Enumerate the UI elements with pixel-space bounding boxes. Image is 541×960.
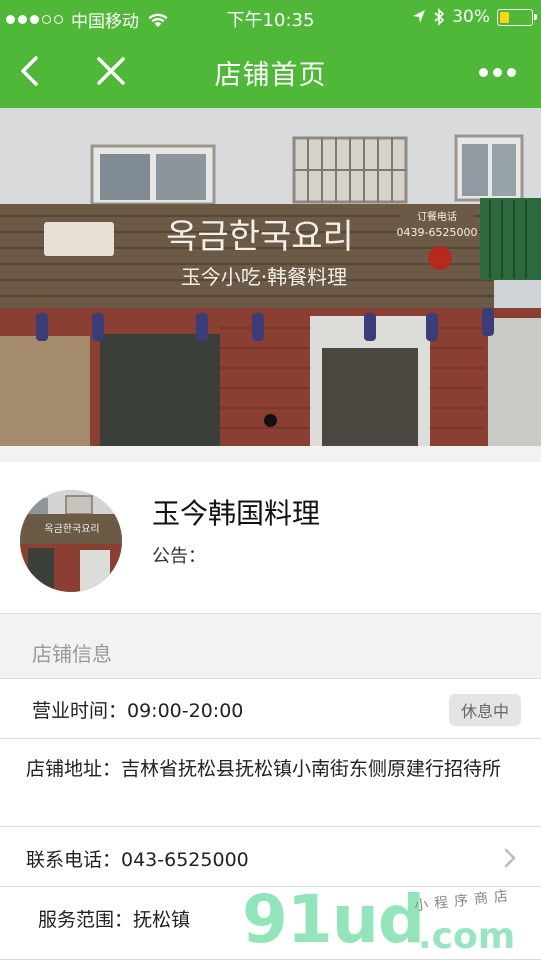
store-notice: 公告： (152, 546, 206, 567)
store-header-card: 옥금한국요리 玉今韩国料理 公告： (0, 462, 541, 614)
business-hours-text: 营业时间：09:00-20:00 (32, 700, 244, 722)
bluetooth-icon (434, 8, 445, 26)
store-address-row[interactable]: 店铺地址：吉林省抚松县抚松镇小南街东侧原建行招待所 (0, 739, 541, 827)
store-avatar: 옥금한국요리 (20, 490, 122, 592)
service-area-row: 服务范围：抚松镇 (0, 887, 541, 960)
sign-order-label: 订餐电话 (417, 210, 457, 223)
status-badge: 休息中 (448, 694, 521, 726)
contact-phone-row[interactable]: 联系电话：043-6525000 (0, 827, 541, 887)
service-area-text: 服务范围：抚松镇 (38, 909, 191, 931)
store-banner-photo: 옥금한국요리 玉今小吃·韩餐料理 订餐电话 0439-6525000 (0, 108, 541, 446)
section-header: 店铺信息 (0, 615, 541, 679)
status-bar: 中国移动 下午10:35 30% (0, 0, 541, 36)
carousel-indicator (264, 414, 277, 427)
status-right: 30% (412, 7, 537, 27)
storefront-illustration: 옥금한국요리 玉今小吃·韩餐料理 订餐电话 0439-6525000 (0, 108, 541, 446)
sign-order-phone: 0439-6525000 (397, 226, 478, 239)
business-hours-row: 营业时间：09:00-20:00 休息中 (0, 679, 541, 739)
store-avatar-image: 옥금한국요리 (20, 490, 122, 592)
svg-text:옥금한국요리: 옥금한국요리 (44, 523, 99, 535)
battery-percent: 30% (452, 7, 490, 27)
battery-icon (497, 8, 537, 26)
contact-phone-text: 联系电话：043-6525000 (26, 849, 249, 871)
page-title: 店铺首页 (214, 60, 327, 91)
store-name: 玉今韩国料理 (152, 497, 321, 530)
section-title: 店铺信息 (32, 642, 112, 666)
sign-korean-text: 옥금한국요리 (166, 217, 354, 257)
store-address-text: 店铺地址：吉林省抚松县抚松镇小南街东侧原建行招待所 (26, 758, 502, 780)
nav-bar: 店铺首页 (0, 36, 541, 108)
chevron-right-icon (504, 848, 516, 868)
battery-level (500, 11, 509, 23)
more-dots-icon[interactable] (479, 58, 519, 86)
location-arrow-icon (413, 10, 426, 23)
sign-chinese-text: 玉今小吃·韩餐料理 (181, 265, 347, 289)
